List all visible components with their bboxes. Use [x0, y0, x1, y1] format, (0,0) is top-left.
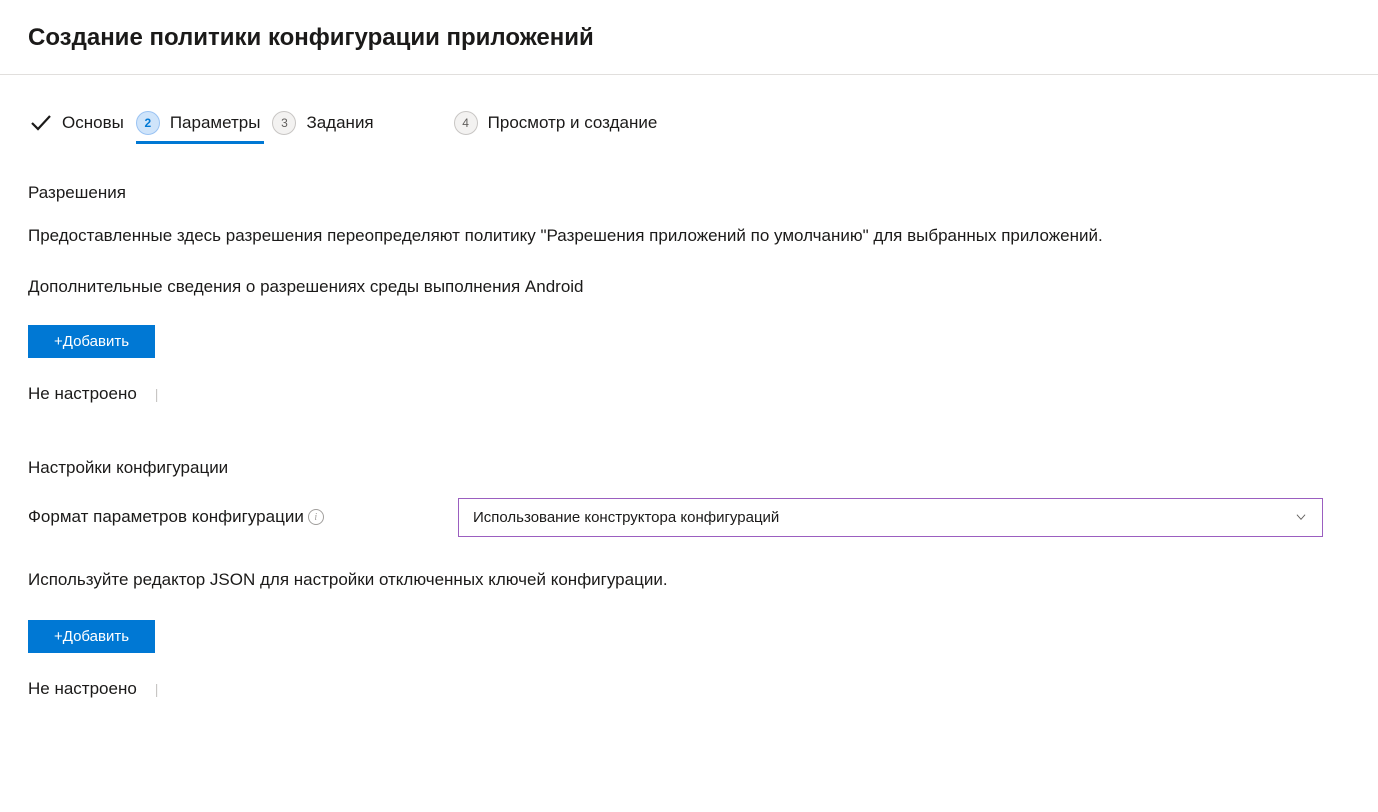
add-permission-button[interactable]: +Добавить	[28, 325, 155, 358]
wizard-stepper: Основы 2 Параметры 3 Задания 4 Просмотр …	[28, 111, 1350, 143]
config-format-label: Формат параметров конфигурации i	[28, 507, 458, 527]
config-status-text: Не настроено	[28, 679, 137, 699]
step-label: Параметры	[170, 113, 261, 133]
permissions-learn-more[interactable]: Дополнительные сведения о разрешениях ср…	[28, 277, 1350, 297]
page-title: Создание политики конфигурации приложени…	[0, 0, 1378, 74]
config-format-value: Использование конструктора конфигураций	[473, 509, 779, 526]
chevron-down-icon	[1294, 510, 1308, 524]
step-label: Основы	[62, 113, 124, 133]
status-divider-icon: |	[155, 386, 159, 402]
add-config-button[interactable]: +Добавить	[28, 620, 155, 653]
header-divider	[0, 74, 1378, 75]
step-number-icon: 4	[454, 111, 478, 135]
step-label: Задания	[306, 113, 373, 133]
step-basics[interactable]: Основы	[28, 111, 124, 143]
step-review[interactable]: 4 Просмотр и создание	[454, 111, 658, 143]
config-format-row: Формат параметров конфигурации i Использ…	[28, 498, 1350, 537]
config-status: Не настроено |	[28, 679, 1350, 699]
config-format-select[interactable]: Использование конструктора конфигураций	[458, 498, 1323, 537]
step-label: Просмотр и создание	[488, 113, 658, 133]
info-icon[interactable]: i	[308, 509, 324, 525]
step-number-icon: 3	[272, 111, 296, 135]
step-parameters[interactable]: 2 Параметры	[136, 111, 261, 143]
step-number-icon: 2	[136, 111, 160, 135]
permissions-description: Предоставленные здесь разрешения переопр…	[28, 223, 1350, 249]
step-assignments[interactable]: 3 Задания	[272, 111, 373, 143]
permissions-heading: Разрешения	[28, 183, 1350, 203]
permissions-status: Не настроено |	[28, 384, 1350, 404]
main-content: Основы 2 Параметры 3 Задания 4 Просмотр …	[0, 111, 1378, 699]
permissions-status-text: Не настроено	[28, 384, 137, 404]
config-format-label-text: Формат параметров конфигурации	[28, 507, 304, 527]
config-json-hint: Используйте редактор JSON для настройки …	[28, 567, 1350, 593]
config-heading: Настройки конфигурации	[28, 458, 1350, 478]
checkmark-icon	[28, 111, 52, 135]
status-divider-icon: |	[155, 681, 159, 697]
